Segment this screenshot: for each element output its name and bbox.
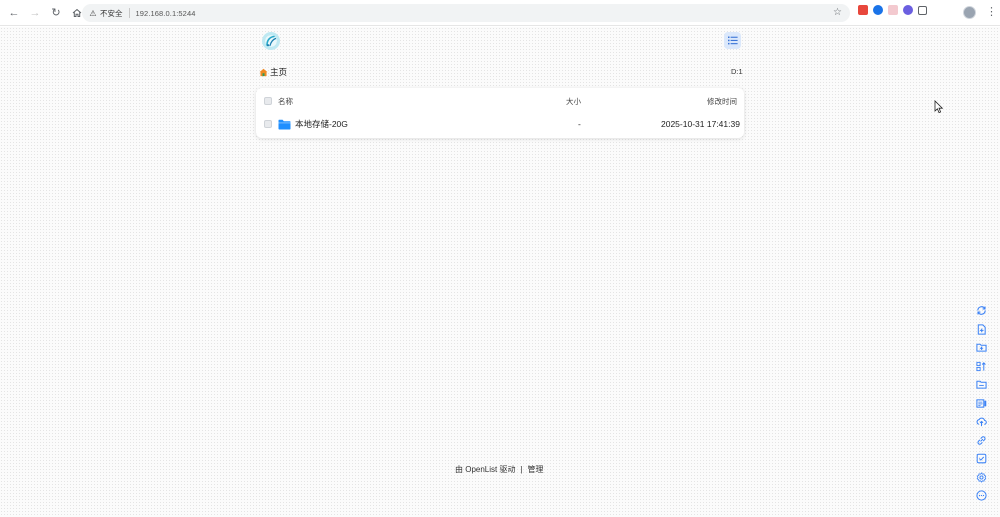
admin-link[interactable]: 管理 [528,464,544,475]
back-button[interactable]: ← [4,3,24,23]
folder-icon [278,119,291,129]
storage-icon [975,399,986,408]
file-list-header: 名称 大小 修改时间 [256,90,744,112]
home-icon [259,68,268,76]
settings-icon [976,471,986,483]
sort-icon [975,361,986,371]
refresh-button[interactable] [975,304,988,318]
breadcrumb-home-label: 主页 [270,67,288,77]
file-list: 名称 大小 修改时间 本地存储-20G - 2025-10-31 17:41:3… [256,88,744,138]
column-header-size[interactable]: 大小 [566,96,581,107]
list-view-icon [727,36,738,45]
extension-red-icon[interactable] [858,5,868,15]
openlist-logo[interactable] [262,32,280,50]
storage-button[interactable] [975,397,988,411]
layout-toggle-button[interactable] [724,32,741,49]
select-mode-button[interactable] [975,452,988,466]
page-content: 主页 D:1 名称 大小 修改时间 本地存储-20G - 2025-10-31 … [0,27,1000,517]
settings-button[interactable] [975,471,988,485]
url-separator [128,8,130,18]
arrow-right-icon: → [29,6,41,19]
reload-icon: ↻ [51,7,61,19]
disk-label: D:1 [731,67,743,76]
footer: 由 OpenList 驱动 | 管理 [455,464,544,475]
column-header-modified[interactable]: 修改时间 [707,96,737,107]
row-checkbox[interactable] [264,120,272,128]
extension-blue-icon[interactable] [873,5,883,15]
forward-button[interactable]: → [25,3,45,23]
browser-toolbar: ← → ↻ ⚠ 不安全 192.168.0.1:5244 ☆ ⋮ [0,0,1000,26]
refresh-icon [976,306,986,316]
new-file-button[interactable] [975,323,988,337]
sort-button[interactable] [975,360,988,374]
offline-download-button[interactable] [975,434,988,448]
upload-button[interactable] [975,415,988,429]
file-size: - [578,119,581,129]
file-name: 本地存储-20G [295,119,348,129]
bookmark-star-icon[interactable]: ☆ [833,7,842,18]
right-toolbar [974,304,988,503]
link-icon [976,436,986,445]
home-icon [72,8,82,17]
folder-move-icon [975,381,987,389]
upload-icon [976,417,987,427]
address-bar[interactable]: ⚠ 不安全 192.168.0.1:5244 ☆ [82,4,850,22]
mouse-cursor-icon [934,100,944,114]
powered-by-link[interactable]: 由 OpenList 驱动 [455,464,515,475]
more-icon [975,490,987,501]
new-file-icon [977,324,986,335]
column-header-name[interactable]: 名称 [278,96,293,107]
extension-purple-icon[interactable] [903,5,913,15]
reload-button[interactable]: ↻ [46,3,66,23]
new-folder-button[interactable] [975,341,988,355]
checkbox-icon [976,453,986,464]
arrow-left-icon: ← [8,6,20,19]
browser-menu-icon[interactable]: ⋮ [986,4,997,20]
warning-icon: ⚠ [89,8,97,18]
extensions-puzzle-icon[interactable] [918,5,927,15]
file-row[interactable]: 本地存储-20G - 2025-10-31 17:41:39 [256,113,744,135]
profile-avatar[interactable] [963,6,976,19]
file-modified: 2025-10-31 17:41:39 [661,119,740,129]
extension-pink-icon[interactable] [888,5,898,15]
insecure-label: 不安全 [100,8,123,18]
breadcrumb[interactable]: 主页 [259,66,287,78]
more-button[interactable] [975,489,988,503]
file-name-cell: 本地存储-20G [278,118,348,130]
logo-icon [266,35,277,47]
extensions-bar [858,5,927,15]
folder-move-button[interactable] [975,378,988,392]
url-text: 192.168.0.1:5244 [135,8,196,18]
new-folder-icon [975,344,987,352]
footer-separator: | [520,465,523,474]
select-all-checkbox[interactable] [264,97,272,105]
